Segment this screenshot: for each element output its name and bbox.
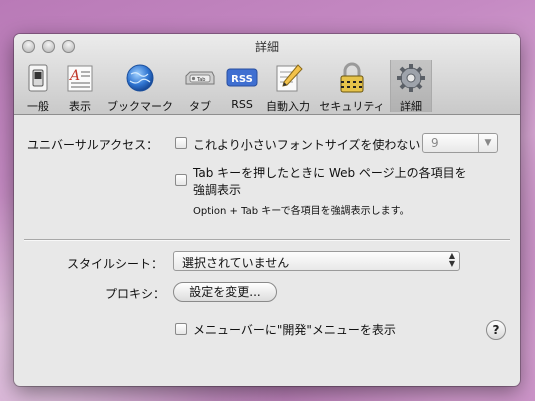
universal-access-label: ユニバーサルアクセス： [27, 138, 159, 152]
toolbar-item-autofill[interactable]: 自動入力 [262, 60, 314, 113]
toolbar-label-security: セキュリティ [319, 100, 385, 113]
padlock-icon [340, 62, 364, 93]
toolbar-label-general: 一般 [27, 100, 49, 113]
toolbar-label-advanced: 詳細 [400, 100, 422, 113]
tab-highlight-hint: Option + Tab キーで各項目を強調表示します。 [193, 206, 410, 217]
chevron-down-icon[interactable]: ▼ [478, 134, 497, 152]
develop-menu-label[interactable]: メニューバーに"開発"メニューを表示 [193, 321, 396, 338]
section-divider [24, 239, 510, 241]
tab-highlight-label-line2[interactable]: 強調表示 [193, 181, 241, 198]
general-switch-icon [28, 64, 48, 92]
proxy-label: プロキシ： [105, 287, 166, 301]
pencil-form-icon [276, 64, 303, 92]
min-font-size-label[interactable]: これより小さいフォントサイズを使わない： [193, 136, 432, 153]
toolbar-item-appearance[interactable]: A 表示 [58, 60, 102, 113]
min-font-size-checkbox[interactable] [175, 137, 187, 149]
develop-menu-checkbox[interactable] [175, 323, 187, 335]
svg-text:A: A [68, 68, 80, 84]
toolbar: 詳細 一般 A 表示 ブックマーク Tab タブ RSS RSS 自動入力 セキ… [14, 34, 520, 115]
preferences-window: 詳細 一般 A 表示 ブックマーク Tab タブ RSS RSS 自動入力 セキ… [14, 34, 520, 386]
globe-icon [126, 64, 154, 92]
svg-text:RSS: RSS [231, 74, 253, 85]
rss-icon: RSS [226, 68, 258, 87]
min-font-size-combo[interactable]: 9 ▼ [422, 133, 498, 153]
toolbar-item-security[interactable]: セキュリティ [315, 60, 389, 113]
stylesheet-label: スタイルシート： [67, 257, 164, 271]
toolbar-label-tabs: タブ [189, 100, 211, 113]
tab-highlight-checkbox[interactable] [175, 174, 187, 186]
toolbar-label-bookmarks: ブックマーク [107, 100, 173, 113]
advanced-pane: ユニバーサルアクセス： これより小さいフォントサイズを使わない： 9 ▼ Tab… [14, 115, 520, 386]
toolbar-item-tabs[interactable]: Tab タブ [178, 60, 222, 113]
toolbar-item-advanced[interactable]: 詳細 [390, 60, 432, 113]
toolbar-label-autofill: 自動入力 [266, 100, 310, 113]
tab-highlight-label-line1[interactable]: Tab キーを押したときに Web ページ上の各項目を [193, 164, 467, 181]
font-display-icon: A [67, 65, 93, 92]
help-button[interactable]: ? [486, 320, 506, 340]
gear-icon [397, 64, 425, 92]
window-title: 詳細 [254, 40, 279, 54]
toolbar-item-rss[interactable]: RSS RSS [223, 60, 261, 112]
toolbar-label-rss: RSS [231, 98, 253, 111]
stylesheet-value: 選択されていません [182, 256, 290, 270]
min-font-size-value: 9 [431, 136, 439, 150]
svg-text:Tab: Tab [196, 77, 205, 83]
toolbar-label-appearance: 表示 [69, 100, 91, 113]
toolbar-item-general[interactable]: 一般 [20, 60, 56, 113]
popup-arrows-icon: ▲ ▼ [448, 251, 455, 268]
toolbar-item-bookmarks[interactable]: ブックマーク [103, 60, 177, 113]
tab-icon: Tab [185, 71, 215, 85]
stylesheet-popup[interactable]: 選択されていません ▲ ▼ [173, 251, 460, 271]
change-settings-button[interactable]: 設定を変更... [173, 282, 277, 302]
